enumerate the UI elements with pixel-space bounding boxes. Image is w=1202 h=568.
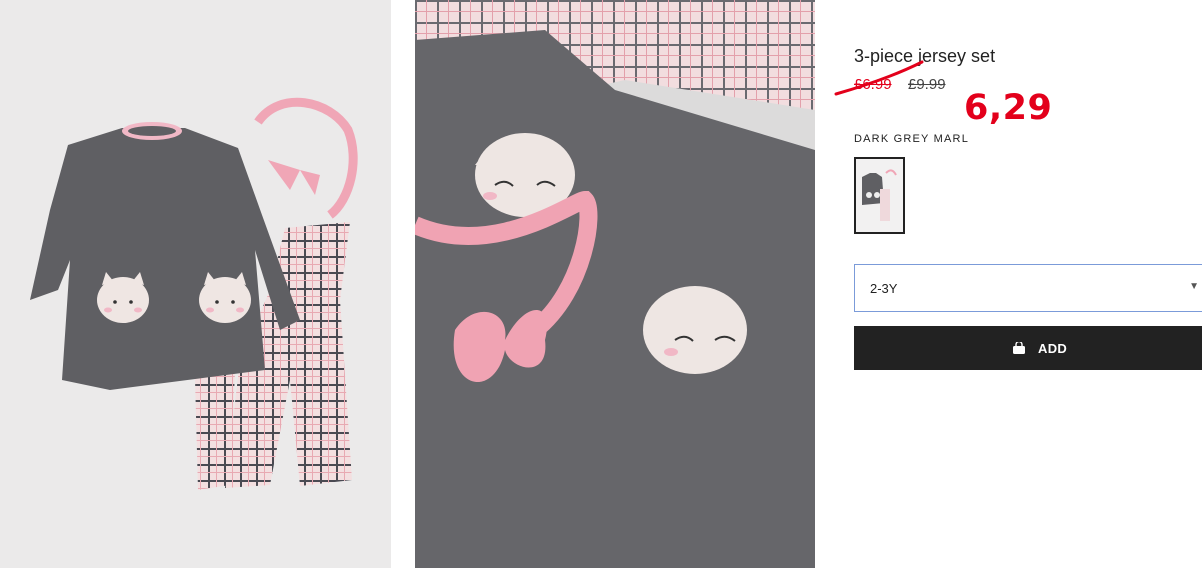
original-price: £9.99 <box>908 76 946 93</box>
shopping-bag-icon <box>1013 342 1025 354</box>
new-price-annotation: 6,29 <box>964 88 1053 128</box>
add-button-label: ADD <box>1038 340 1068 356</box>
product-info-panel: 3-piece jersey set £6.99 £9.99 6,29 DARK… <box>834 0 1202 568</box>
color-swatch-dark-grey-marl[interactable] <box>854 157 905 234</box>
product-image-flatlay <box>30 97 358 490</box>
swatch-thumbnail <box>856 159 903 232</box>
product-title: 3-piece jersey set <box>854 46 996 66</box>
size-select-value: 2-3Y <box>870 281 898 296</box>
color-label: DARK GREY MARL <box>854 133 970 145</box>
product-image-detail[interactable] <box>415 0 815 568</box>
add-to-bag-button[interactable]: ADD <box>854 326 1202 370</box>
struck-price-red: £6.99 <box>854 76 892 93</box>
product-image-closeup <box>415 0 815 568</box>
size-select[interactable]: 2-3Y ▼ <box>854 264 1202 312</box>
chevron-down-icon: ▼ <box>1189 281 1199 292</box>
product-image-main[interactable] <box>0 0 391 568</box>
